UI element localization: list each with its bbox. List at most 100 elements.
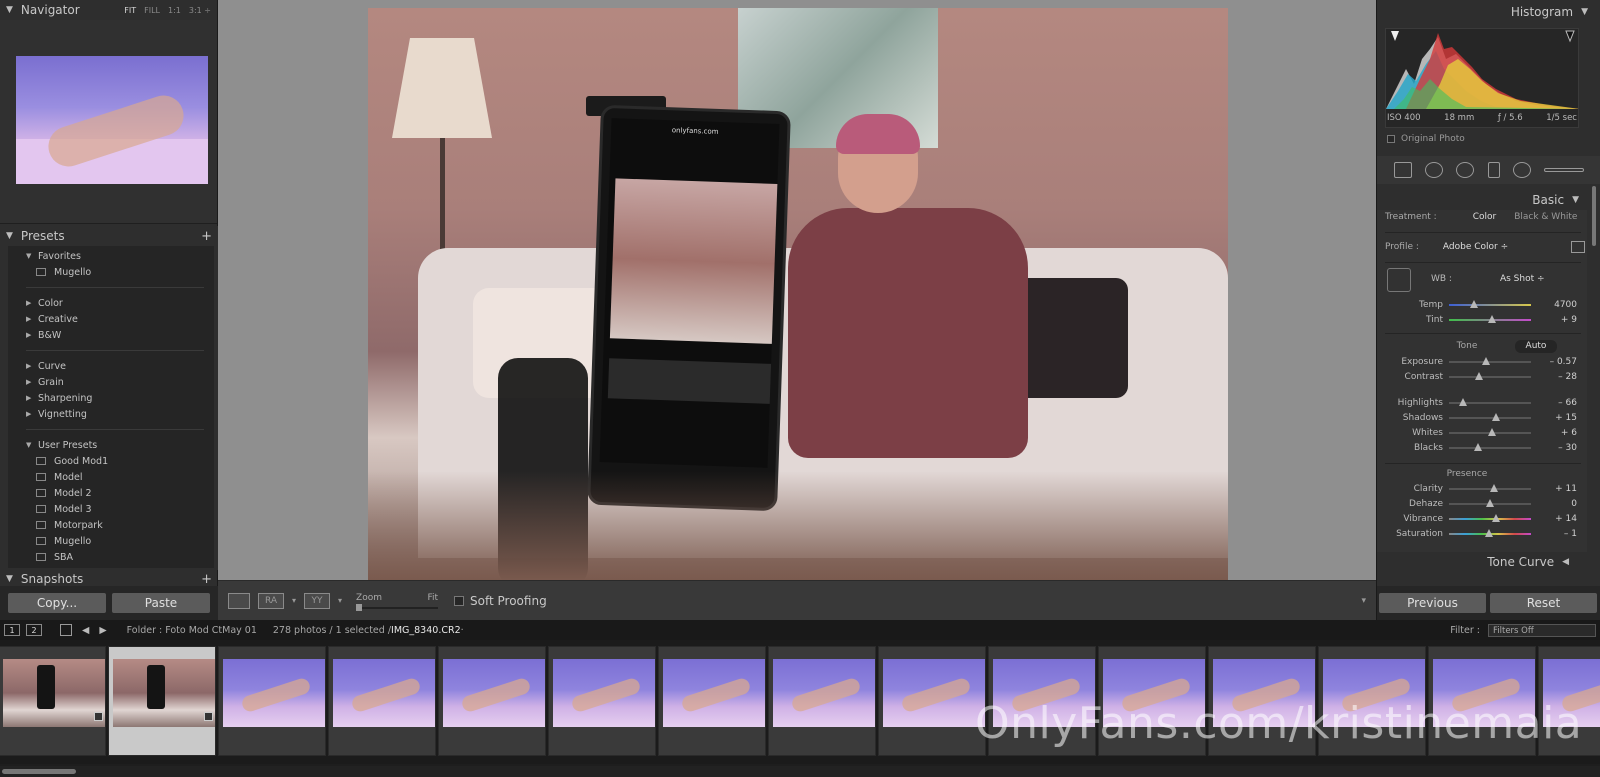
preset-item[interactable]: SBA <box>8 549 214 565</box>
eyedropper-icon[interactable] <box>1387 268 1411 292</box>
zoom-control[interactable]: Zoom Fit <box>356 593 439 611</box>
slider-value[interactable]: – 1 <box>1564 529 1577 539</box>
filmstrip-thumbnail[interactable] <box>328 646 436 756</box>
preset-item[interactable]: Model <box>8 469 214 485</box>
adjustment-brush-icon[interactable] <box>1544 168 1585 172</box>
filmstrip-thumbnail[interactable] <box>0 646 106 756</box>
slider-value[interactable]: – 30 <box>1558 443 1577 453</box>
preset-item[interactable]: Model 2 <box>8 485 214 501</box>
slider-value[interactable]: + 6 <box>1561 428 1577 438</box>
slider-track[interactable] <box>1449 300 1531 308</box>
slider-knob[interactable] <box>1469 300 1478 308</box>
slider-value[interactable]: + 14 <box>1555 514 1577 524</box>
original-photo-toggle[interactable]: Original Photo <box>1387 134 1465 144</box>
preset-item[interactable]: Model 3 <box>8 501 214 517</box>
before-after-icon[interactable]: RA <box>258 592 284 609</box>
profile-browser-icon[interactable] <box>1571 241 1585 253</box>
preset-group[interactable]: ▶ Curve <box>8 358 214 374</box>
preset-item[interactable]: Mugello <box>8 264 214 280</box>
collapse-triangle-icon[interactable]: ▼ <box>1581 7 1588 17</box>
slider-knob[interactable] <box>1488 428 1497 436</box>
slider-value[interactable]: + 9 <box>1561 315 1577 325</box>
scrollbar-thumb[interactable] <box>2 769 76 774</box>
slider-value[interactable]: + 11 <box>1555 484 1577 494</box>
filmstrip-thumbnail[interactable] <box>218 646 326 756</box>
tone-curve-header[interactable]: Tone Curve ◀ <box>1377 552 1587 572</box>
slider-knob[interactable] <box>1481 357 1490 365</box>
add-snapshot-icon[interactable]: + <box>201 572 212 587</box>
filter-select[interactable]: Filters Off <box>1488 623 1596 637</box>
slider-track[interactable] <box>1449 315 1531 323</box>
slider-knob[interactable] <box>1486 499 1494 507</box>
chevron-down-icon[interactable]: ▾ <box>338 596 342 605</box>
zoom-slider[interactable] <box>356 603 439 611</box>
preset-group[interactable]: ▶ Grain <box>8 374 214 390</box>
soft-proofing-checkbox[interactable] <box>454 595 465 606</box>
screen-2-button[interactable]: 2 <box>26 624 42 636</box>
preset-group[interactable]: ▶ Sharpening <box>8 390 214 406</box>
presets-header[interactable]: ▼ Presets + <box>0 226 218 246</box>
nav-option-fit[interactable]: FIT <box>124 6 136 15</box>
preset-group[interactable]: ▶ Creative <box>8 311 214 327</box>
navigator-thumbnail[interactable] <box>16 56 208 184</box>
profile-select[interactable]: Adobe Color ÷ <box>1443 242 1508 252</box>
slider-value[interactable]: – 0.57 <box>1550 357 1577 367</box>
chevron-down-icon[interactable]: ▾ <box>292 596 296 605</box>
before-after-split-icon[interactable]: YY <box>304 592 331 609</box>
slider-track[interactable] <box>1449 398 1531 406</box>
slider-knob[interactable] <box>1485 529 1494 537</box>
red-eye-icon[interactable] <box>1456 162 1475 178</box>
slider-track[interactable] <box>1449 514 1531 522</box>
slider-knob[interactable] <box>1487 315 1496 323</box>
slider-track[interactable] <box>1449 413 1531 421</box>
preset-item[interactable]: Mugello <box>8 533 214 549</box>
collapse-triangle-icon[interactable]: ▼ <box>6 574 13 584</box>
grid-view-icon[interactable] <box>60 624 72 636</box>
radial-filter-icon[interactable] <box>1512 162 1531 178</box>
slider-value[interactable]: 0 <box>1571 499 1577 509</box>
graduated-filter-icon[interactable] <box>1487 162 1500 178</box>
expand-triangle-icon[interactable]: ◀ <box>1562 557 1569 567</box>
treatment-color-option[interactable]: Color <box>1473 212 1497 222</box>
filmstrip-thumbnail[interactable] <box>878 646 986 756</box>
nav-option-fill[interactable]: FILL <box>144 6 160 15</box>
slider-value[interactable]: + 15 <box>1555 413 1577 423</box>
auto-tone-button[interactable]: Auto <box>1515 340 1557 353</box>
reset-button[interactable]: Reset <box>1490 593 1597 613</box>
preset-group-favorites[interactable]: ▼ Favorites <box>8 248 214 264</box>
preset-group-user[interactable]: ▼ User Presets <box>8 437 214 453</box>
slider-track[interactable] <box>1449 372 1531 380</box>
slider-value[interactable]: 4700 <box>1554 300 1577 310</box>
slider-track[interactable] <box>1449 499 1531 507</box>
wb-select[interactable]: As Shot ÷ <box>1500 274 1545 284</box>
forward-arrow-icon[interactable]: ▶ <box>99 625 106 636</box>
slider-track[interactable] <box>1449 484 1531 492</box>
basic-header[interactable]: Basic ▼ <box>1377 188 1587 212</box>
collapse-triangle-icon[interactable]: ▼ <box>6 231 13 241</box>
screen-1-button[interactable]: 1 <box>4 624 20 636</box>
slider-value[interactable]: – 66 <box>1558 398 1577 408</box>
filmstrip-scrollbar[interactable] <box>0 766 1600 777</box>
preset-item[interactable]: Motorpark <box>8 517 214 533</box>
previous-button[interactable]: Previous <box>1379 593 1486 613</box>
collapse-triangle-icon[interactable]: ▼ <box>1572 195 1579 205</box>
preset-group[interactable]: ▶ Color <box>8 295 214 311</box>
preset-item[interactable]: Good Mod1 <box>8 453 214 469</box>
nav-option-1-1[interactable]: 1:1 <box>168 6 181 15</box>
toolbar-menu-icon[interactable]: ▾ <box>1361 596 1366 606</box>
filmstrip-thumbnail[interactable] <box>438 646 546 756</box>
crop-icon[interactable] <box>1393 162 1412 178</box>
right-panel-scrollbar[interactable] <box>1592 186 1596 246</box>
slider-track[interactable] <box>1449 357 1531 365</box>
collapse-triangle-icon[interactable]: ▼ <box>6 5 13 15</box>
add-preset-icon[interactable]: + <box>201 229 212 244</box>
filmstrip-thumbnail[interactable] <box>658 646 766 756</box>
preset-group[interactable]: ▶ Vignetting <box>8 406 214 422</box>
slider-knob[interactable] <box>1458 398 1467 406</box>
filmstrip-thumbnail[interactable] <box>548 646 656 756</box>
treatment-bw-option[interactable]: Black & White <box>1514 212 1577 222</box>
slider-knob[interactable] <box>1473 443 1482 451</box>
slider-track[interactable] <box>1449 529 1531 537</box>
main-photo[interactable]: onlyfans.com <box>368 8 1228 581</box>
slider-value[interactable]: – 28 <box>1558 372 1577 382</box>
